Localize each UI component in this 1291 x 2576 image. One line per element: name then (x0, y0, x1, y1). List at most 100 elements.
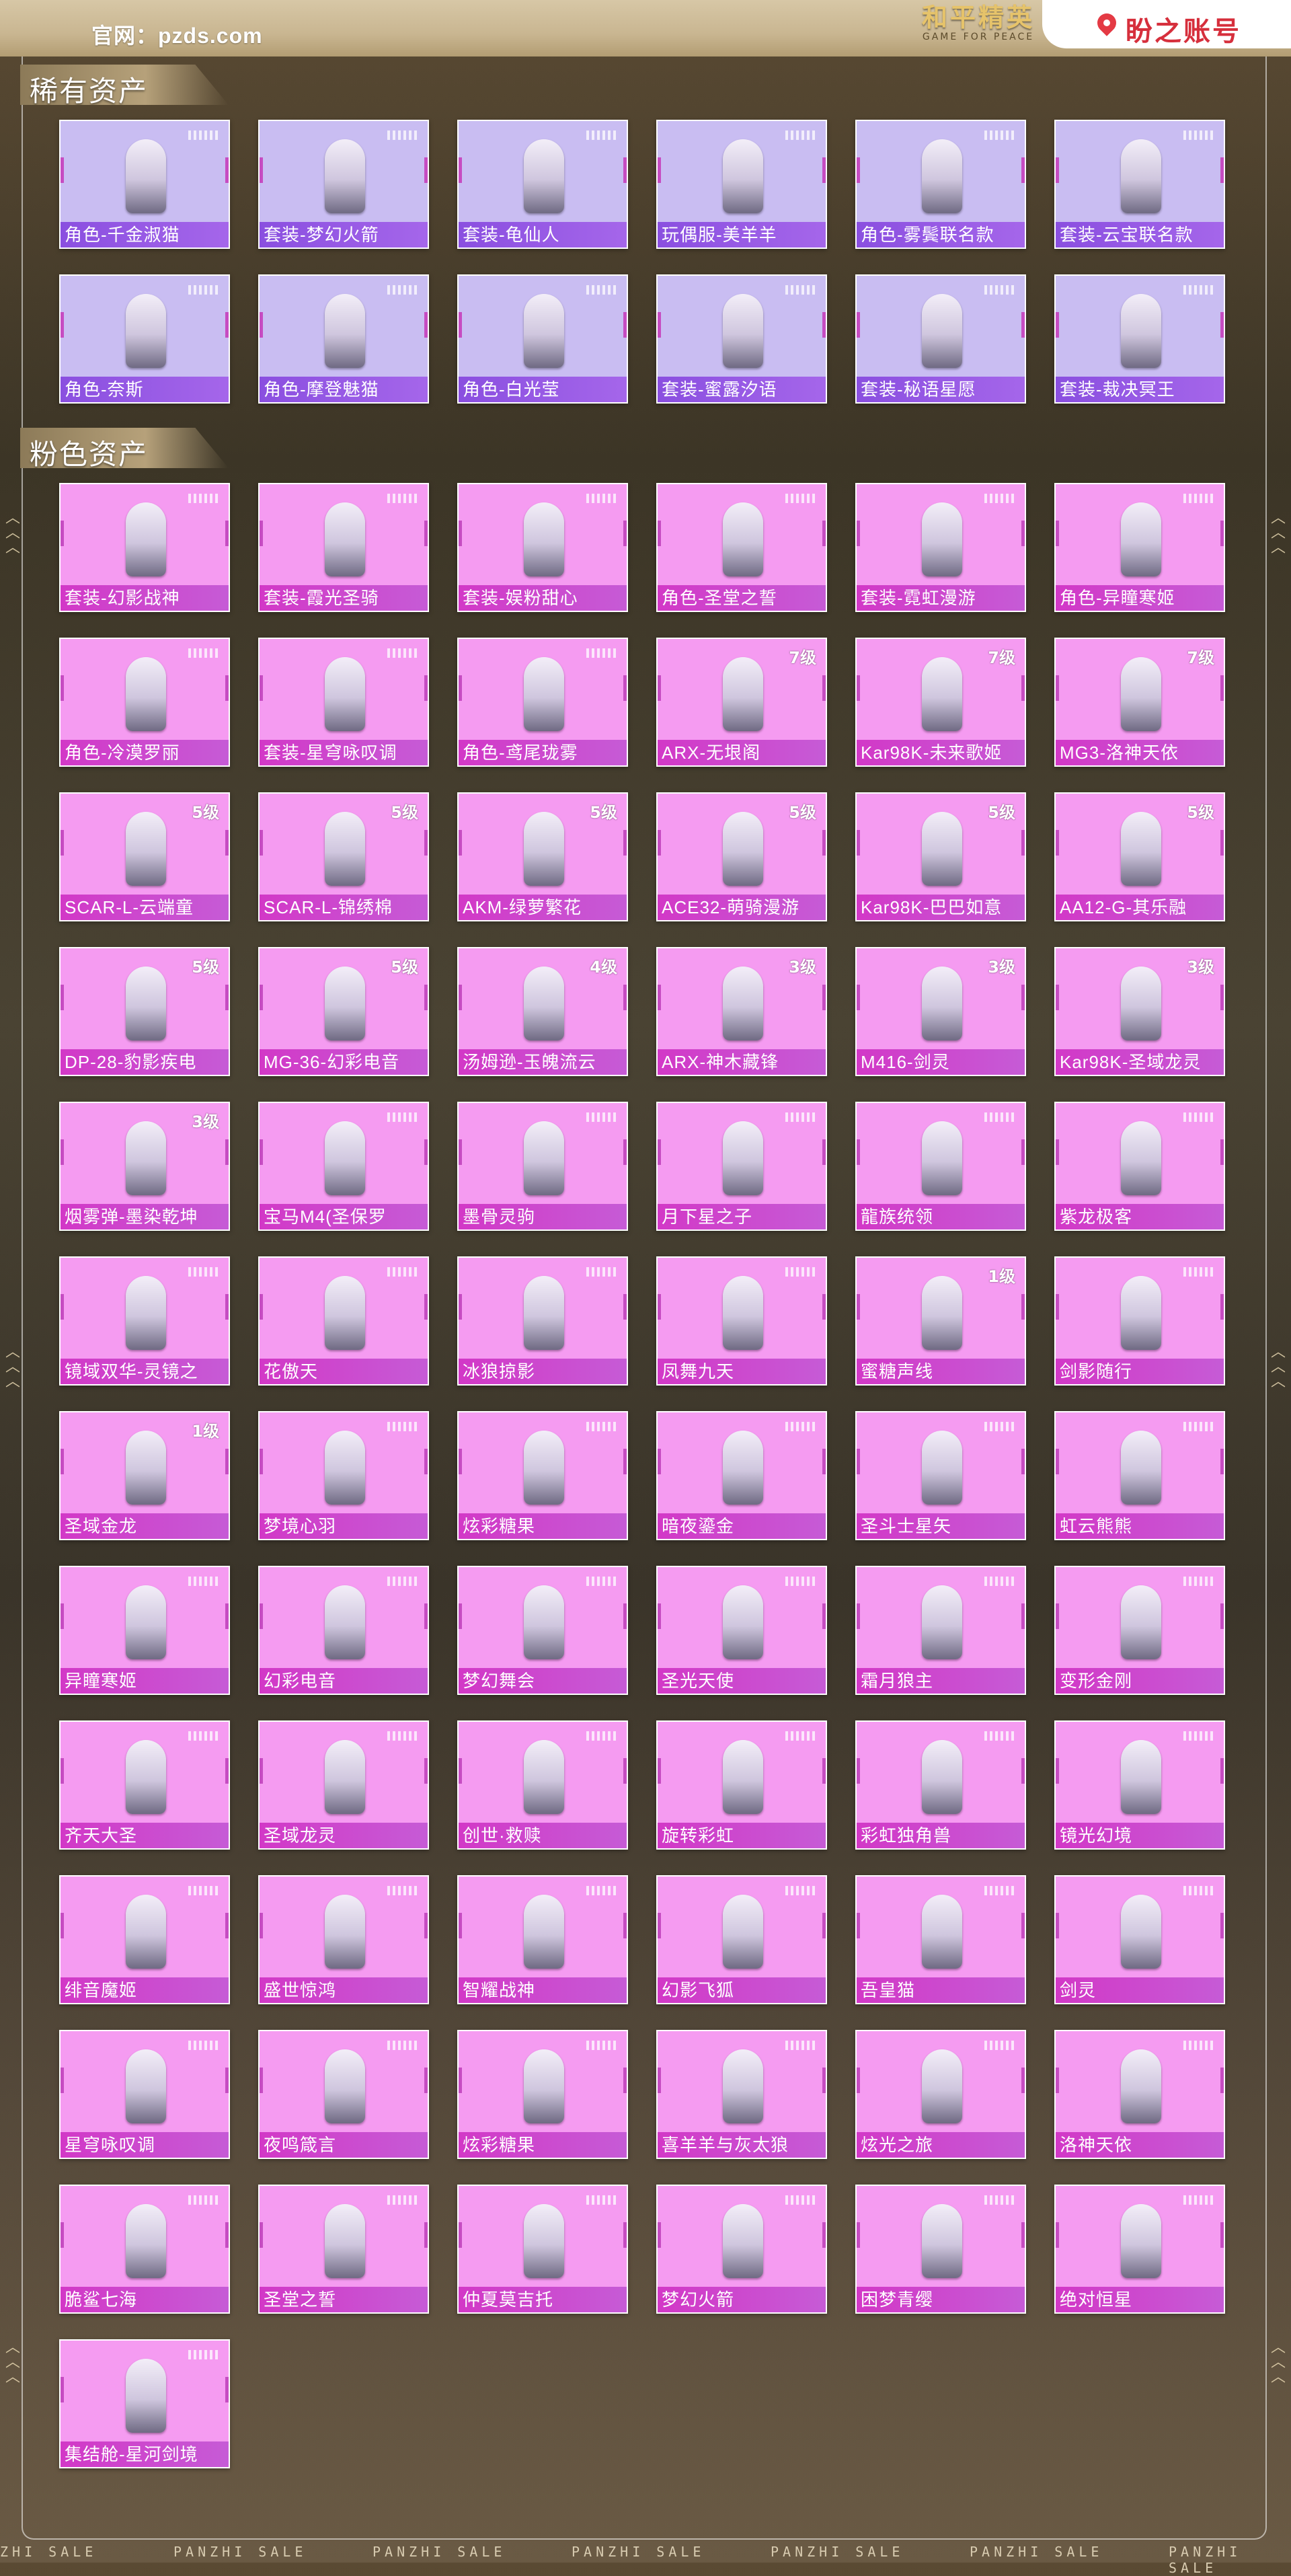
card-side-accent (857, 312, 860, 338)
asset-card[interactable]: 5级 AA12-G-其乐融 (1054, 792, 1225, 921)
asset-card[interactable]: 角色-白光莹 (457, 274, 628, 404)
asset-card[interactable]: 套装-娱粉甜心 (457, 483, 628, 612)
asset-card[interactable]: 智耀战神 (457, 1875, 628, 2004)
asset-card[interactable]: 梦幻火箭 (656, 2185, 827, 2314)
asset-card[interactable]: 7级 ARX-无垠阁 (656, 638, 827, 767)
asset-card[interactable]: 剑灵 (1054, 1875, 1225, 2004)
asset-card[interactable]: 吾皇猫 (855, 1875, 1026, 2004)
asset-card[interactable]: 异瞳寒姬 (59, 1566, 230, 1695)
asset-card[interactable]: 5级 MG-36-幻彩电音 (258, 947, 429, 1076)
asset-card[interactable]: 剑影随行 (1054, 1256, 1225, 1386)
asset-name: 紫龙极客 (1056, 1204, 1224, 1229)
asset-card[interactable]: 角色-鸢尾珑雾 (457, 638, 628, 767)
asset-card[interactable]: 冰狼掠影 (457, 1256, 628, 1386)
asset-card[interactable]: 套装-裁决冥王 (1054, 274, 1225, 404)
asset-card[interactable]: 5级 DP-28-豹影疾电 (59, 947, 230, 1076)
asset-card[interactable]: 星穹咏叹调 (59, 2030, 230, 2159)
asset-card[interactable]: 套装-云宝联名款 (1054, 120, 1225, 249)
asset-card[interactable]: 墨骨灵驹 (457, 1102, 628, 1231)
card-side-accent (260, 2068, 263, 2093)
asset-card[interactable]: 梦幻舞会 (457, 1566, 628, 1695)
asset-card[interactable]: 变形金刚 (1054, 1566, 1225, 1695)
asset-card[interactable]: 套装-蜜露汐语 (656, 274, 827, 404)
asset-card[interactable]: 喜羊羊与灰太狼 (656, 2030, 827, 2159)
card-side-accent (857, 2222, 860, 2248)
asset-card[interactable]: 角色-冷漠罗丽 (59, 638, 230, 767)
asset-card[interactable]: 绝对恒星 (1054, 2185, 1225, 2314)
asset-card[interactable]: 集结舱-星河剑境 (59, 2339, 230, 2468)
asset-card[interactable]: 5级 AKM-绿萝繁花 (457, 792, 628, 921)
asset-card[interactable]: 3级 M416-剑灵 (855, 947, 1026, 1076)
asset-card[interactable]: 彩虹独角兽 (855, 1720, 1026, 1850)
asset-card[interactable]: 角色-雾鬓联名款 (855, 120, 1026, 249)
asset-card[interactable]: 幻影飞狐 (656, 1875, 827, 2004)
asset-card[interactable]: 宝马M4(圣保罗 (258, 1102, 429, 1231)
asset-card[interactable]: 角色-千金淑猫 (59, 120, 230, 249)
asset-card[interactable]: 脆鲨七海 (59, 2185, 230, 2314)
asset-card[interactable]: 套装-幻影战神 (59, 483, 230, 612)
asset-card[interactable]: 龍族统领 (855, 1102, 1026, 1231)
asset-card[interactable]: 镜光幻境 (1054, 1720, 1225, 1850)
asset-card[interactable]: 洛神天依 (1054, 2030, 1225, 2159)
asset-image (126, 502, 166, 576)
asset-card[interactable]: 角色-奈斯 (59, 274, 230, 404)
asset-card[interactable]: 霜月狼主 (855, 1566, 1026, 1695)
asset-card[interactable]: 花傲天 (258, 1256, 429, 1386)
asset-card[interactable]: 紫龙极客 (1054, 1102, 1225, 1231)
asset-thumbnail (281, 135, 409, 218)
asset-card[interactable]: 困梦青缨 (855, 2185, 1026, 2314)
asset-card[interactable]: 角色-圣堂之誓 (656, 483, 827, 612)
asset-card[interactable]: 绯音魔姬 (59, 1875, 230, 2004)
asset-card[interactable]: 5级 SCAR-L-云端童 (59, 792, 230, 921)
asset-card[interactable]: 3级 ARX-神木藏锋 (656, 947, 827, 1076)
asset-card[interactable]: 1级 蜜糖声线 (855, 1256, 1026, 1386)
asset-card[interactable]: 套装-龟仙人 (457, 120, 628, 249)
asset-image (1121, 2049, 1161, 2123)
asset-card[interactable]: 角色-摩登魅猫 (258, 274, 429, 404)
asset-card[interactable]: 夜鸣箴言 (258, 2030, 429, 2159)
asset-card[interactable]: 暗夜鎏金 (656, 1411, 827, 1540)
asset-card[interactable]: 梦境心羽 (258, 1411, 429, 1540)
asset-card[interactable]: 炫光之旅 (855, 2030, 1026, 2159)
asset-card[interactable]: 套装-梦幻火箭 (258, 120, 429, 249)
asset-card[interactable]: 旋转彩虹 (656, 1720, 827, 1850)
asset-card[interactable]: 圣光天使 (656, 1566, 827, 1695)
asset-card[interactable]: 炫彩糖果 (457, 1411, 628, 1540)
brand-badge[interactable]: 盼之账号 (1042, 0, 1291, 48)
asset-card[interactable]: 齐天大圣 (59, 1720, 230, 1850)
asset-card[interactable]: 7级 MG3-洛神天依 (1054, 638, 1225, 767)
asset-card[interactable]: 圣域龙灵 (258, 1720, 429, 1850)
asset-card[interactable]: 镜域双华-灵镜之 (59, 1256, 230, 1386)
asset-card[interactable]: 圣斗士星矢 (855, 1411, 1026, 1540)
official-site-label[interactable]: 官网：pzds.com (91, 19, 263, 50)
asset-card[interactable]: 4级 汤姆逊-玉魄流云 (457, 947, 628, 1076)
asset-card[interactable]: 圣堂之誓 (258, 2185, 429, 2314)
asset-card[interactable]: 凤舞九天 (656, 1256, 827, 1386)
asset-image (922, 967, 962, 1040)
asset-card[interactable]: 3级 烟雾弹-墨染乾坤 (59, 1102, 230, 1231)
asset-card[interactable]: 套装-霓虹漫游 (855, 483, 1026, 612)
asset-card[interactable]: 虹云熊熊 (1054, 1411, 1225, 1540)
asset-name: 集结舱-星河剑境 (61, 2441, 229, 2467)
asset-card[interactable]: 3级 Kar98K-圣域龙灵 (1054, 947, 1225, 1076)
asset-card[interactable]: 仲夏莫吉托 (457, 2185, 628, 2314)
asset-card[interactable]: 1级 圣域金龙 (59, 1411, 230, 1540)
asset-card[interactable]: 炫彩糖果 (457, 2030, 628, 2159)
asset-card[interactable]: 玩偶服-美羊羊 (656, 120, 827, 249)
asset-card[interactable]: 5级 ACE32-萌骑漫游 (656, 792, 827, 921)
asset-card[interactable]: 7级 Kar98K-未来歌姬 (855, 638, 1026, 767)
asset-card[interactable]: 盛世惊鸿 (258, 1875, 429, 2004)
asset-card[interactable]: 套装-星穹咏叹调 (258, 638, 429, 767)
stripe-decoration-icon (387, 1422, 418, 1431)
asset-card[interactable]: 月下星之子 (656, 1102, 827, 1231)
card-side-accent (459, 830, 462, 856)
asset-card[interactable]: 5级 Kar98K-巴巴如意 (855, 792, 1026, 921)
asset-name: 月下星之子 (658, 1204, 826, 1229)
asset-card[interactable]: 套装-秘语星愿 (855, 274, 1026, 404)
asset-card[interactable]: 5级 SCAR-L-锦绣棉 (258, 792, 429, 921)
asset-image (126, 2204, 166, 2278)
asset-card[interactable]: 角色-异瞳寒姬 (1054, 483, 1225, 612)
asset-card[interactable]: 创世·救赎 (457, 1720, 628, 1850)
asset-card[interactable]: 套装-霞光圣骑 (258, 483, 429, 612)
asset-card[interactable]: 幻彩电音 (258, 1566, 429, 1695)
